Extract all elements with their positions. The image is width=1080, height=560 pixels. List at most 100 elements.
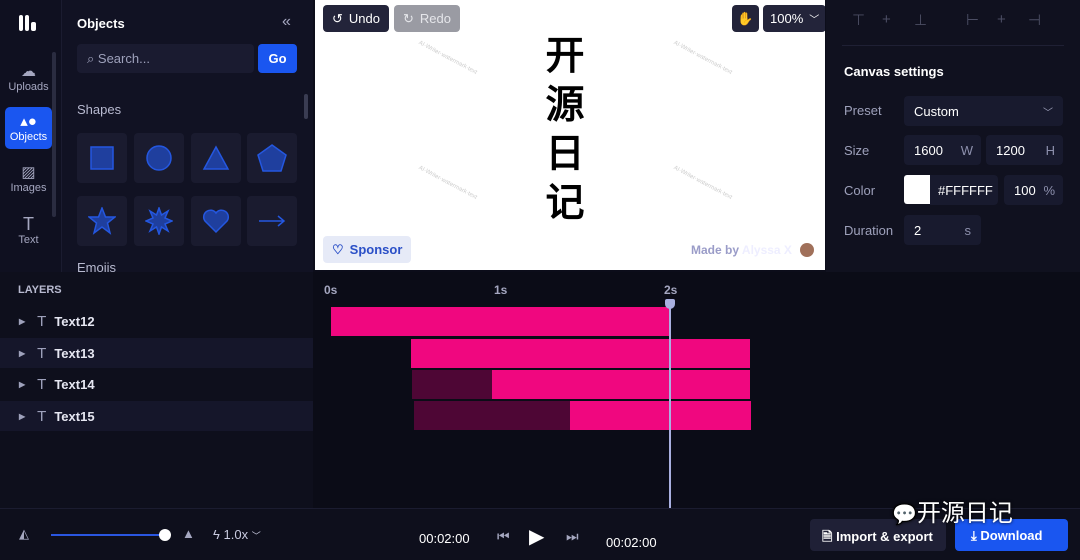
shape-triangle[interactable] — [191, 133, 241, 183]
shape-star[interactable] — [77, 196, 127, 246]
layer-row[interactable]: ▶ T Text12 — [0, 306, 313, 336]
zoom-value: 100% — [770, 11, 804, 26]
panel-scrollbar[interactable] — [304, 94, 308, 119]
lightning-icon: ϟ — [213, 527, 224, 542]
layers-panel: LAYERS ▶ T Text12 ▶ T Text13 ▶ T Text14 ▶ T Text… — [0, 272, 313, 508]
opacity-unit: % — [1043, 183, 1055, 198]
expand-icon[interactable]: ▶ — [19, 380, 25, 389]
made-by-link[interactable]: Made by Alyssa X — [691, 243, 792, 257]
hand-tool-button[interactable]: ✋ — [732, 5, 759, 32]
chevron-down-icon: ﹀ — [809, 15, 820, 26]
width-input[interactable]: 1600 W — [904, 135, 981, 165]
search-icon: ⌕ — [87, 51, 98, 66]
preset-value: Custom — [914, 104, 959, 119]
shape-starburst[interactable] — [134, 196, 184, 246]
layer-row[interactable]: ▶ T Text15 — [0, 401, 313, 431]
color-input[interactable]: #FFFFFF — [930, 175, 998, 205]
expand-icon[interactable]: ▶ — [19, 349, 25, 358]
align-bottom-icon[interactable]: ⊥ — [914, 11, 927, 29]
width-value: 1600 — [914, 143, 943, 158]
redo-icon: ↻ — [403, 10, 414, 26]
align-middle-icon[interactable]: + — [882, 11, 891, 28]
shapes-label: Shapes — [77, 102, 122, 117]
redo-button[interactable]: ↻ Redo — [394, 5, 460, 32]
track-bar[interactable] — [412, 370, 750, 399]
collapse-icon[interactable]: « — [282, 13, 291, 31]
align-center-icon[interactable]: + — [997, 11, 1006, 28]
skip-forward-icon[interactable]: ⏭ — [566, 528, 579, 545]
shape-arrow[interactable] — [247, 196, 297, 246]
text-char: 开 — [545, 34, 585, 79]
left-rail: ☁ Uploads ▴● Objects ▨ Images T Text — [0, 0, 62, 272]
current-time: 00:02:00 — [419, 531, 470, 546]
rail-objects[interactable]: ▴● Objects — [5, 107, 52, 149]
author-name: Alyssa X — [741, 243, 792, 257]
rail-text[interactable]: T Text — [5, 210, 52, 252]
shape-heart[interactable] — [191, 196, 241, 246]
track-bar[interactable] — [410, 339, 750, 368]
layers-title: LAYERS — [18, 284, 62, 296]
go-button[interactable]: Go — [258, 44, 297, 73]
rail-scrollbar[interactable] — [52, 52, 56, 217]
timeline[interactable]: 0s 1s 2s — [313, 272, 1080, 508]
align-left-icon[interactable]: ⊢ — [966, 11, 979, 29]
canvas-text[interactable]: 开源日记 — [545, 32, 585, 228]
zoom-select[interactable]: 100% ﹀ — [763, 5, 825, 32]
track-delay — [414, 401, 570, 430]
shape-circle[interactable] — [134, 133, 184, 183]
settings-panel: ⊤ + ⊥ ⊢ + ⊣ Canvas settings Preset Custo… — [826, 0, 1080, 272]
text-char: 记 — [545, 181, 585, 226]
rail-label: Text — [18, 233, 39, 246]
zoom-slider[interactable] — [51, 534, 165, 536]
sponsor-button[interactable]: ♡ Sponsor — [323, 236, 412, 263]
rail-label: Uploads — [8, 80, 49, 93]
download-label: Download — [980, 528, 1043, 543]
expand-icon[interactable]: ▶ — [19, 317, 25, 326]
bottom-bar: ◭ ▲ ϟ 1.0x ﹀ 00:02:00 ⏮ ▶ ⏭ 00:02:00 🗎 I… — [0, 499, 1080, 560]
import-export-label: Import & export — [836, 529, 933, 544]
logo-icon — [19, 15, 36, 31]
shapes-icon: ▴● — [20, 112, 37, 130]
zoom-in-icon[interactable]: ▲ — [182, 526, 195, 541]
text-icon: T — [37, 344, 47, 362]
color-label: Color — [844, 183, 876, 198]
text-char: 源 — [545, 83, 585, 128]
track-bar[interactable] — [414, 401, 752, 430]
opacity-value: 100 — [1014, 183, 1036, 198]
rail-images[interactable]: ▨ Images — [5, 158, 52, 200]
rail-label: Objects — [9, 130, 48, 143]
layer-row[interactable]: ▶ T Text13 — [0, 338, 313, 368]
tick-label: 2s — [664, 283, 678, 297]
speed-select[interactable]: ϟ 1.0x ﹀ — [213, 527, 261, 542]
cloud-upload-icon: ☁ — [21, 62, 36, 80]
height-input[interactable]: 1200 H — [986, 135, 1063, 165]
height-value: 1200 — [996, 143, 1025, 158]
watermark-text: 开源日记 — [916, 499, 1013, 527]
rail-uploads[interactable]: ☁ Uploads — [5, 57, 52, 99]
expand-icon[interactable]: ▶ — [19, 412, 25, 421]
align-right-icon[interactable]: ⊣ — [1028, 11, 1041, 29]
shape-square[interactable] — [77, 133, 127, 183]
play-icon[interactable]: ▶ — [529, 524, 544, 549]
zoom-out-icon[interactable]: ◭ — [19, 526, 29, 542]
heart-icon: ♡ — [332, 241, 344, 257]
search-input[interactable]: ⌕ Search... — [77, 44, 254, 73]
undo-button[interactable]: ↺ Undo — [323, 5, 389, 32]
preset-select[interactable]: Custom ﹀ — [904, 96, 1063, 126]
opacity-input[interactable]: 100% — [1004, 175, 1063, 205]
canvas[interactable]: AI·Writer·watermark·text AI·Writer·waterm… — [315, 0, 825, 270]
layer-row[interactable]: ▶ T Text14 — [0, 369, 313, 399]
duration-input[interactable]: 2s — [904, 215, 981, 245]
skip-back-icon[interactable]: ⏮ — [497, 528, 510, 545]
layer-name: Text12 — [54, 313, 95, 329]
text-icon: T — [37, 407, 47, 425]
playhead[interactable] — [665, 299, 675, 508]
shape-pentagon[interactable] — [247, 133, 297, 183]
playhead-handle[interactable] — [665, 299, 675, 309]
color-swatch[interactable] — [904, 175, 930, 204]
layer-name: Text15 — [54, 408, 95, 424]
align-top-icon[interactable]: ⊤ — [852, 11, 865, 29]
track-bar[interactable] — [331, 307, 670, 336]
hand-icon: ✋ — [737, 10, 754, 26]
zoom-slider-handle[interactable] — [159, 529, 171, 541]
